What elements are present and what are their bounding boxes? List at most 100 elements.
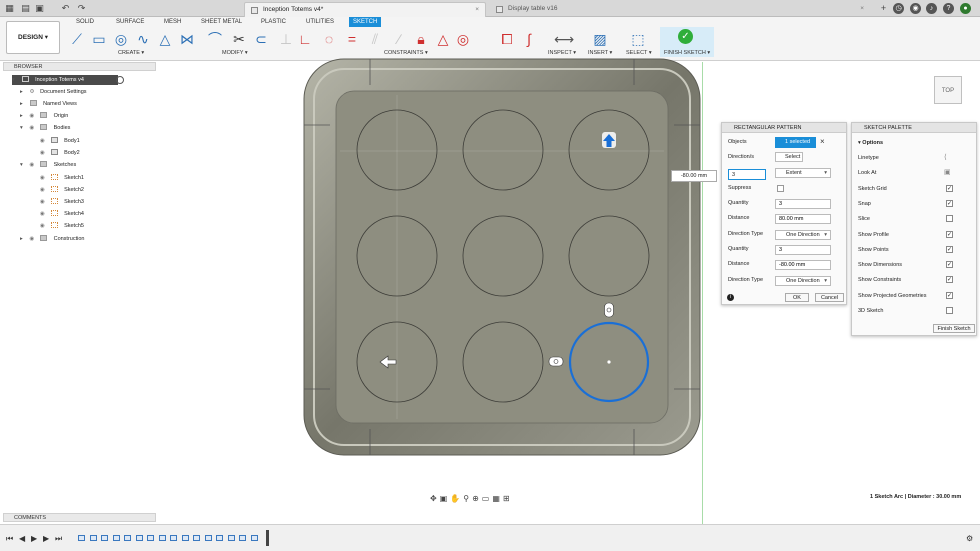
concentric-icon[interactable]: ◎: [456, 30, 470, 48]
design-workspace-button[interactable]: DESIGN ▾: [6, 21, 60, 54]
polygon-icon[interactable]: △: [156, 30, 174, 48]
chevron-down-icon[interactable]: ▾: [20, 123, 28, 133]
chevron-right-icon[interactable]: ▸: [20, 234, 28, 244]
plate-face[interactable]: [335, 90, 669, 424]
eye-icon[interactable]: ◉: [40, 209, 49, 219]
insert-image-icon[interactable]: ▨: [592, 30, 608, 48]
pan-icon[interactable]: ✋: [450, 494, 463, 503]
tree-item-body1[interactable]: ◉ Body1: [40, 136, 80, 146]
palette-checkbox[interactable]: ✓: [946, 245, 953, 253]
timeline-marker[interactable]: [266, 530, 269, 546]
add-tab-icon[interactable]: +: [878, 3, 889, 14]
curvature-icon[interactable]: ∫: [522, 30, 536, 48]
tab-utilities[interactable]: UTILITIES: [306, 17, 334, 27]
eye-icon[interactable]: ◉: [30, 160, 39, 170]
tree-item-construction[interactable]: ▸ ◉ Construction: [20, 234, 84, 244]
equal-icon[interactable]: =: [345, 30, 359, 48]
check-icon[interactable]: ✓: [678, 29, 693, 44]
tangent-icon[interactable]: ◌: [322, 30, 336, 48]
eye-icon[interactable]: ◉: [30, 234, 39, 244]
collinear-icon[interactable]: ∕: [392, 30, 406, 48]
finish-sketch-palette-button[interactable]: Finish Sketch: [933, 324, 975, 333]
chevron-right-icon[interactable]: ▸: [20, 99, 28, 109]
step-back-icon[interactable]: ◀: [19, 534, 25, 543]
timeline-feature-icon[interactable]: [112, 535, 120, 541]
grid-menu-icon[interactable]: ▦: [4, 3, 15, 14]
skip-end-icon[interactable]: ⏭: [55, 534, 62, 544]
direction-type1-dropdown[interactable]: One Direction: [775, 230, 831, 240]
ok-button[interactable]: OK: [785, 293, 809, 302]
timeline-feature-icon[interactable]: [216, 535, 223, 541]
viewports-icon[interactable]: ⊞: [503, 494, 513, 503]
palette-option-show-points[interactable]: Show Points ✓: [858, 245, 972, 255]
tree-item-origin[interactable]: ▸ ◉ Origin: [20, 111, 68, 121]
help-icon[interactable]: ?: [943, 3, 954, 14]
direction-arrow-up[interactable]: [602, 132, 616, 148]
tree-item-sketch5[interactable]: ◉ Sketch5: [40, 221, 84, 231]
tree-item-sketch4[interactable]: ◉ Sketch4: [40, 209, 84, 219]
measure-icon[interactable]: ⟷: [554, 30, 574, 48]
eye-icon[interactable]: ◉: [40, 197, 49, 207]
quantity-handle-vertical[interactable]: [604, 302, 614, 318]
file-icon[interactable]: ▤: [20, 3, 31, 14]
viewcube[interactable]: TOP: [934, 76, 962, 104]
rectangle-icon[interactable]: ▭: [90, 30, 108, 48]
palette-checkbox[interactable]: ✓: [946, 230, 953, 238]
tree-item-sketches[interactable]: ▾ ◉ Sketches: [20, 160, 76, 170]
tree-item-bodies[interactable]: ▾ ◉ Bodies: [20, 123, 70, 133]
palette-option-show-dimensions[interactable]: Show Dimensions ✓: [858, 260, 972, 270]
palette-section-options[interactable]: ▾ Options: [858, 138, 972, 148]
palette-checkbox[interactable]: ✓: [946, 199, 953, 207]
palette-checkbox[interactable]: ✓: [946, 291, 953, 299]
eye-icon[interactable]: ◉: [30, 111, 39, 121]
chevron-right-icon[interactable]: ▸: [20, 87, 28, 97]
modify-menu[interactable]: MODIFY ▾: [222, 49, 248, 57]
palette-checkbox[interactable]: ✓: [946, 276, 953, 284]
palette-checkbox[interactable]: [946, 307, 953, 314]
circle-icon[interactable]: ◎: [112, 30, 130, 48]
timeline-feature-icon[interactable]: [89, 535, 97, 541]
plate-model[interactable]: [300, 55, 704, 459]
distance2-input[interactable]: [775, 260, 831, 270]
palette-option-look-at[interactable]: Look At ▣: [858, 168, 972, 178]
palette-option-linetype[interactable]: Linetype ⟨: [858, 153, 972, 163]
palette-option-show-profile[interactable]: Show Profile ✓: [858, 230, 972, 240]
line-icon[interactable]: ⟋: [68, 30, 86, 48]
linetype-icon[interactable]: ⟨: [944, 153, 947, 163]
document-tab-inactive[interactable]: Display table v16 ×: [490, 2, 870, 17]
timeline-feature-icon[interactable]: [158, 535, 166, 541]
tab-mesh[interactable]: MESH: [164, 17, 181, 27]
select-box-icon[interactable]: ⬚: [630, 30, 646, 48]
tab-sketch[interactable]: SKETCH: [349, 17, 382, 27]
capture-icon[interactable]: ▣: [440, 494, 451, 503]
info-icon[interactable]: i: [727, 294, 734, 301]
palette-header[interactable]: SKETCH PALETTE: [852, 123, 976, 133]
cancel-button[interactable]: Cancel: [815, 293, 844, 302]
quantity1-input[interactable]: [775, 199, 831, 209]
timeline-feature-icon[interactable]: [170, 535, 177, 541]
close-icon[interactable]: ×: [475, 3, 479, 17]
timeline-feature-icon[interactable]: [193, 535, 200, 541]
arc-icon[interactable]: ∿: [134, 30, 152, 48]
clear-selection-icon[interactable]: ×: [820, 137, 825, 146]
tree-item-sketch3[interactable]: ◉ Sketch3: [40, 197, 84, 207]
fillet-icon[interactable]: ⌒: [206, 30, 224, 48]
suppress-checkbox[interactable]: [777, 185, 784, 192]
tree-item-sketch1[interactable]: ◉ Sketch1: [40, 173, 84, 183]
parallel-icon[interactable]: ⫽: [368, 30, 382, 48]
timeline-feature-icon[interactable]: [181, 535, 189, 541]
timeline-feature-icon[interactable]: [124, 535, 131, 541]
quantity-stepper[interactable]: 3: [728, 169, 766, 180]
avatar[interactable]: ●: [960, 3, 971, 14]
palette-checkbox[interactable]: [946, 215, 953, 223]
timeline-feature-icon[interactable]: [78, 535, 85, 541]
notification-icon[interactable]: ◉: [910, 3, 921, 14]
tab-solid[interactable]: SOLID: [76, 17, 94, 27]
timeline-feature-icon[interactable]: [101, 535, 108, 541]
perpendicular-icon[interactable]: ∟: [298, 30, 312, 48]
palette-checkbox[interactable]: ✓: [946, 261, 953, 269]
redo-icon[interactable]: ↷: [76, 3, 87, 14]
browser-header[interactable]: BROWSER: [3, 62, 156, 71]
document-tab-active[interactable]: Inception Totems v4* ×: [244, 2, 486, 17]
close-icon[interactable]: ×: [860, 2, 864, 16]
